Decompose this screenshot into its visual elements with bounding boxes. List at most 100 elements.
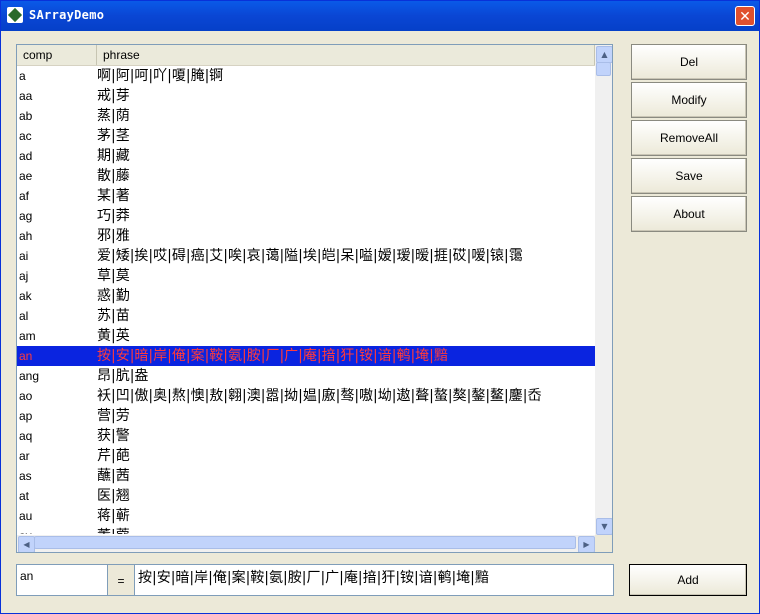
row-phrase: 黄|英 <box>97 328 130 344</box>
list-row[interactable]: ad 期|藏 <box>17 146 595 166</box>
row-comp: am <box>19 329 36 343</box>
column-header-phrase[interactable]: phrase <box>97 45 595 65</box>
row-comp: au <box>19 509 33 523</box>
save-button[interactable]: Save <box>631 158 747 194</box>
list-row[interactable]: av董|蔻 <box>17 526 595 534</box>
add-button[interactable]: Add <box>629 564 747 596</box>
list-row[interactable]: al 苏|苗 <box>17 306 595 326</box>
list-row[interactable]: aj 草|莫 <box>17 266 595 286</box>
list-header: comp phrase <box>17 45 595 66</box>
scroll-up-button[interactable]: ▲ <box>596 46 612 63</box>
row-phrase: 散|藤 <box>97 168 130 184</box>
list-row[interactable]: an 按|安|暗|岸|俺|案|鞍|氨|胺|厂|广|庵|揞|犴|铵|谙|鹌|埯|黯 <box>17 346 595 366</box>
row-comp: ai <box>19 249 29 263</box>
row-comp: ag <box>19 209 33 223</box>
row-phrase: 苏|苗 <box>97 308 130 324</box>
row-phrase: 某|著 <box>97 188 130 204</box>
vertical-scrollbar[interactable]: ▲ ▼ <box>595 45 612 535</box>
row-comp: af <box>19 189 30 203</box>
row-phrase: 巧|莽 <box>97 208 130 224</box>
row-phrase: 营|劳 <box>97 408 130 424</box>
row-phrase: 蒸|荫 <box>97 108 130 124</box>
row-phrase: 昂|肮|盎 <box>97 368 149 384</box>
list-rows: a 啊|阿|呵|吖|嗄|腌|锕 aa 戒|芽 ab 蒸|荫 ac 茅|茎 ad 期|藏 ae 散|藤 a… <box>17 66 595 534</box>
row-comp: ac <box>19 129 32 143</box>
list-row[interactable]: ang 昂|肮|盎 <box>17 366 595 386</box>
list-row[interactable]: ae 散|藤 <box>17 166 595 186</box>
row-phrase: 戒|芽 <box>97 88 130 104</box>
list-row[interactable]: aq 获|警 <box>17 426 595 446</box>
column-header-comp[interactable]: comp <box>17 45 97 65</box>
row-phrase: 蒋|蕲 <box>97 508 130 524</box>
vertical-scroll-thumb[interactable] <box>596 62 611 76</box>
row-comp: aa <box>19 89 33 103</box>
row-phrase: 蘸|茜 <box>97 468 130 484</box>
row-phrase: 袄|凹|傲|奥|熬|懊|敖|翱|澳|嚣|拗|媪|廒|骜|嗷|坳|遨|聱|螯|獒|… <box>97 388 542 404</box>
row-comp: ad <box>19 149 33 163</box>
horizontal-scrollbar[interactable]: ◀ ▶ <box>17 535 595 552</box>
row-phrase: 医|翘 <box>97 488 130 504</box>
row-phrase: 芹|葩 <box>97 448 130 464</box>
row-comp: as <box>19 469 32 483</box>
row-comp: aq <box>19 429 33 443</box>
title-bar[interactable]: SArrayDemo ✕ <box>1 1 759 31</box>
row-phrase: 茅|茎 <box>97 128 130 144</box>
row-comp: ap <box>19 409 33 423</box>
list-row[interactable]: af 某|著 <box>17 186 595 206</box>
row-phrase: 期|藏 <box>97 148 130 164</box>
row-phrase: 草|莫 <box>97 268 130 284</box>
list-row[interactable]: ah 邪|雅 <box>17 226 595 246</box>
row-comp: ab <box>19 109 33 123</box>
list-row[interactable]: ak 惑|勤 <box>17 286 595 306</box>
row-phrase: 惑|勤 <box>97 288 130 304</box>
row-comp: ang <box>19 369 40 383</box>
list-row[interactable]: ag 巧|莽 <box>17 206 595 226</box>
del-button[interactable]: Del <box>631 44 747 80</box>
scroll-right-button[interactable]: ▶ <box>578 536 595 552</box>
row-phrase: 爱|矮|挨|哎|碍|癌|艾|唉|哀|蔼|隘|埃|皑|呆|嗌|嫒|瑷|暧|捱|砹|… <box>97 248 523 264</box>
row-comp: av <box>17 526 97 534</box>
row-comp: an <box>19 349 33 363</box>
row-phrase: 啊|阿|呵|吖|嗄|腌|锕 <box>97 68 224 84</box>
list-row[interactable]: ao 袄|凹|傲|奥|熬|懊|敖|翱|澳|嚣|拗|媪|廒|骜|嗷|坳|遨|聱|螯|… <box>17 386 595 406</box>
list-row[interactable]: ac 茅|茎 <box>17 126 595 146</box>
row-comp: al <box>19 309 29 323</box>
row-phrase: 获|警 <box>97 428 130 444</box>
scroll-left-button[interactable]: ◀ <box>18 536 35 552</box>
row-comp: a <box>19 69 26 83</box>
row-comp: at <box>19 489 30 503</box>
list-row[interactable]: ap 营|劳 <box>17 406 595 426</box>
about-button[interactable]: About <box>631 196 747 232</box>
row-comp: ar <box>19 449 30 463</box>
comp-input[interactable]: an <box>16 564 108 596</box>
list-row[interactable]: ar 芹|葩 <box>17 446 595 466</box>
row-phrase: 邪|雅 <box>97 228 130 244</box>
list-row[interactable]: ab 蒸|荫 <box>17 106 595 126</box>
row-comp: ah <box>19 229 33 243</box>
phrase-list[interactable]: comp phrase a 啊|阿|呵|吖|嗄|腌|锕 aa 戒|芽 ab 蒸|荫 ac 茅|… <box>16 44 613 553</box>
scroll-corner <box>595 535 612 552</box>
row-comp: aj <box>19 269 29 283</box>
row-comp: ae <box>19 169 33 183</box>
horizontal-scroll-thumb[interactable] <box>34 536 576 549</box>
modify-button[interactable]: Modify <box>631 82 747 118</box>
row-phrase: 董|蔻 <box>97 526 595 534</box>
row-comp: ak <box>19 289 32 303</box>
close-button[interactable]: ✕ <box>735 6 755 26</box>
remove-all-button[interactable]: RemoveAll <box>631 120 747 156</box>
list-row[interactable]: au 蒋|蕲 <box>17 506 595 526</box>
list-row[interactable]: as 蘸|茜 <box>17 466 595 486</box>
equals-label: = <box>108 564 134 596</box>
app-icon <box>7 7 23 23</box>
scroll-down-button[interactable]: ▼ <box>596 518 612 535</box>
list-row[interactable]: at 医|翘 <box>17 486 595 506</box>
row-phrase: 按|安|暗|岸|俺|案|鞍|氨|胺|厂|广|庵|揞|犴|铵|谙|鹌|埯|黯 <box>97 348 448 364</box>
phrase-input[interactable]: 按|安|暗|岸|俺|案|鞍|氨|胺|厂|广|庵|揞|犴|铵|谙|鹌|埯|黯 <box>134 564 614 596</box>
window-title: SArrayDemo <box>29 8 105 22</box>
list-row[interactable]: a 啊|阿|呵|吖|嗄|腌|锕 <box>17 66 595 86</box>
list-row[interactable]: ai 爱|矮|挨|哎|碍|癌|艾|唉|哀|蔼|隘|埃|皑|呆|嗌|嫒|瑷|暧|捱|… <box>17 246 595 266</box>
row-comp: ao <box>19 389 33 403</box>
list-row[interactable]: aa 戒|芽 <box>17 86 595 106</box>
list-row[interactable]: am 黄|英 <box>17 326 595 346</box>
main-window: SArrayDemo ✕ comp phrase a 啊|阿|呵|吖|嗄|腌|锕 a… <box>0 0 760 614</box>
